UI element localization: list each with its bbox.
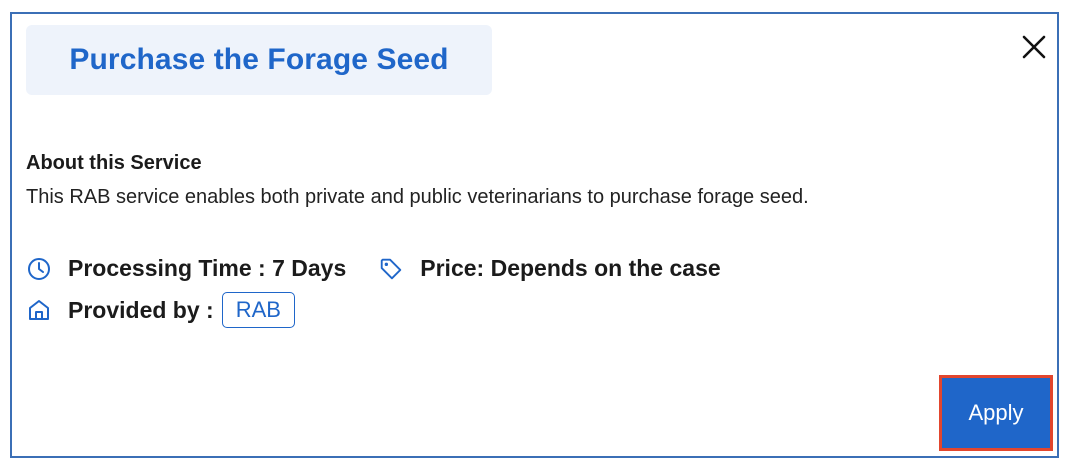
about-heading: About this Service — [26, 152, 202, 174]
close-icon[interactable] — [1019, 32, 1049, 62]
provided-by-label: Provided by : — [68, 296, 214, 323]
info-row-provider: Provided by : RAB — [26, 292, 295, 328]
service-modal: Purchase the Forage Seed About this Serv… — [10, 12, 1059, 458]
apply-button[interactable]: Apply — [939, 375, 1053, 451]
processing-time: Processing Time : 7 Days — [68, 255, 347, 281]
price: Price: Depends on the case — [420, 255, 721, 281]
modal-title: Purchase the Forage Seed — [69, 43, 449, 76]
about-description: This RAB service enables both private an… — [26, 186, 809, 208]
info-row-time-price: Processing Time : 7 Days Price: Depends … — [26, 255, 721, 282]
price-tag-icon — [378, 256, 404, 282]
home-icon — [26, 297, 52, 323]
title-box: Purchase the Forage Seed — [26, 25, 492, 95]
provider-tag[interactable]: RAB — [221, 292, 295, 328]
clock-icon — [26, 256, 52, 282]
